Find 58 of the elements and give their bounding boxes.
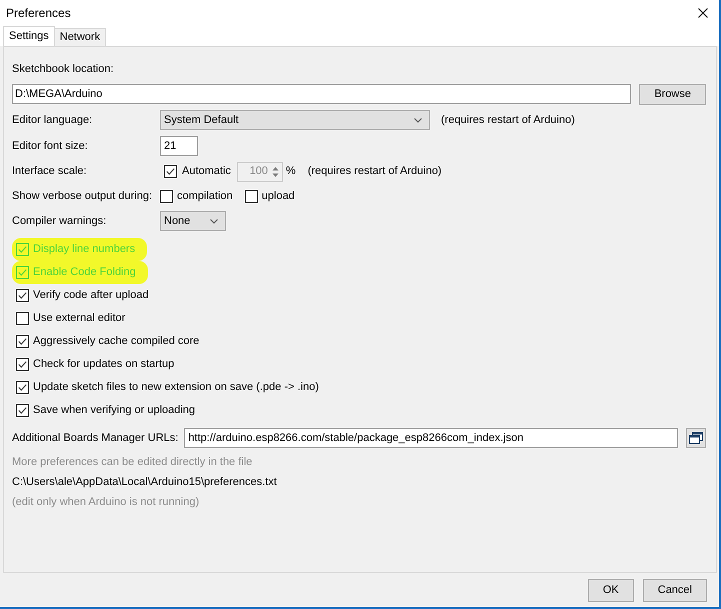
field-label: Compiler warnings: — [12, 214, 106, 229]
checkbox[interactable] — [16, 312, 29, 325]
url-list-button[interactable] — [686, 428, 706, 448]
checkmark-icon — [18, 407, 27, 414]
info-text: C:\Users\ale\AppData\Local\Arduino15\preferences.txt — [12, 474, 277, 490]
restart-note: (requires restart of Arduino) — [308, 164, 442, 180]
unit-label: % — [286, 164, 296, 180]
checkbox-label[interactable]: Use external editor — [33, 310, 126, 327]
checkbox[interactable] — [16, 266, 29, 279]
info-text: (edit only when Arduino is not running) — [12, 494, 200, 510]
checkmark-icon — [166, 168, 175, 175]
checkbox[interactable] — [164, 165, 177, 178]
checkmark-icon — [18, 246, 27, 253]
spinner-arrows-icon — [270, 164, 280, 178]
checkbox[interactable] — [16, 243, 29, 256]
field-label: Additional Boards Manager URLs: — [12, 430, 178, 446]
checkbox[interactable] — [16, 335, 29, 348]
dialog-button[interactable]: OK — [588, 578, 634, 602]
field-label: Sketchbook location: — [12, 62, 114, 77]
checkmark-icon — [18, 338, 27, 345]
checkmark-icon — [18, 292, 27, 299]
chevron-down-icon — [414, 118, 422, 122]
overlapping-windows-icon — [689, 432, 703, 444]
info-text: More preferences can be edited directly in the file — [12, 454, 252, 470]
checkbox-label[interactable]: Automatic — [182, 163, 231, 180]
checkbox-label[interactable]: Check for updates on startup — [33, 356, 174, 373]
checkbox-label[interactable]: Update sketch files to new extension on save (.pde -> .ino) — [33, 379, 319, 396]
checkmark-icon — [18, 269, 27, 276]
checkbox-label[interactable]: Save when verifying or uploading — [33, 402, 196, 419]
field-label: Editor language: — [12, 112, 92, 128]
chevron-down-icon — [210, 218, 218, 224]
field-label: Editor font size: — [12, 138, 88, 154]
dialog-button[interactable]: Cancel — [642, 578, 707, 602]
checkmark-icon — [18, 384, 27, 391]
field-label: Interface scale: — [12, 164, 87, 180]
font-size-input[interactable]: 21 — [160, 136, 198, 156]
checkmark-icon — [18, 361, 27, 368]
checkbox-label[interactable]: compilation — [177, 188, 233, 204]
checkbox[interactable] — [16, 289, 29, 302]
checkbox[interactable] — [160, 190, 173, 202]
checkbox[interactable] — [244, 190, 258, 202]
browse-button[interactable]: Browse — [639, 84, 706, 104]
tab[interactable]: Settings — [3, 26, 55, 46]
tab[interactable]: Network — [54, 28, 106, 46]
sketchbook-input[interactable]: D:\MEGA\Arduino — [12, 84, 632, 104]
checkbox[interactable] — [16, 358, 29, 371]
checkbox[interactable] — [16, 381, 29, 394]
dropdown[interactable]: None — [160, 211, 226, 231]
window-title: Preferences — [6, 5, 71, 22]
boards-url-input[interactable]: http://arduino.esp8266.com/stable/package_esp8266com_index.json — [184, 428, 678, 448]
close-icon — [698, 8, 708, 18]
dropdown[interactable]: System Default — [160, 110, 430, 130]
checkbox-label[interactable]: upload — [262, 188, 295, 204]
checkbox[interactable] — [16, 404, 29, 417]
field-label: Show verbose output during: — [12, 188, 152, 204]
checkbox-label[interactable]: Verify code after upload — [33, 287, 149, 304]
checkbox-label[interactable]: Aggressively cache compiled core — [33, 333, 200, 350]
restart-note: (requires restart of Arduino) — [441, 112, 575, 128]
